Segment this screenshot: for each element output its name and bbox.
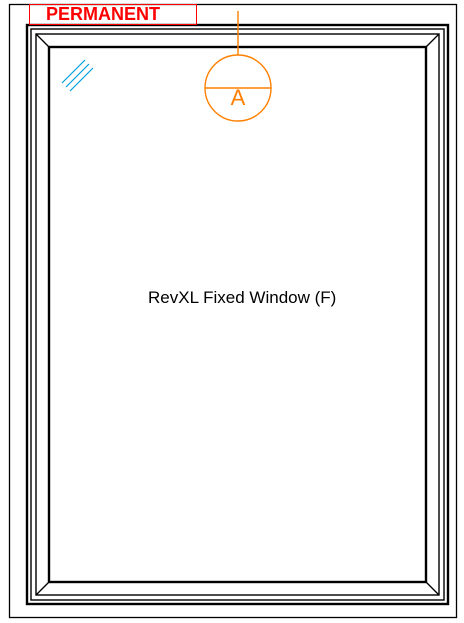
corner-miter-bottom-right — [425, 581, 440, 596]
glass-edge — [47, 45, 428, 584]
permanent-stamp: PERMANENT — [29, 4, 197, 25]
corner-miter-bottom-left — [35, 581, 50, 596]
frame-outer-edge — [25, 23, 450, 606]
window-type-label: RevXL Fixed Window (F) — [148, 288, 337, 307]
section-tag-letter: A — [230, 85, 246, 110]
corner-miter-top-left — [35, 33, 50, 48]
frame-second-edge — [30, 28, 445, 601]
glass-hatch-icon — [61, 59, 94, 92]
sash-outer-edge — [35, 33, 440, 596]
corner-miter-top-right — [425, 33, 440, 48]
